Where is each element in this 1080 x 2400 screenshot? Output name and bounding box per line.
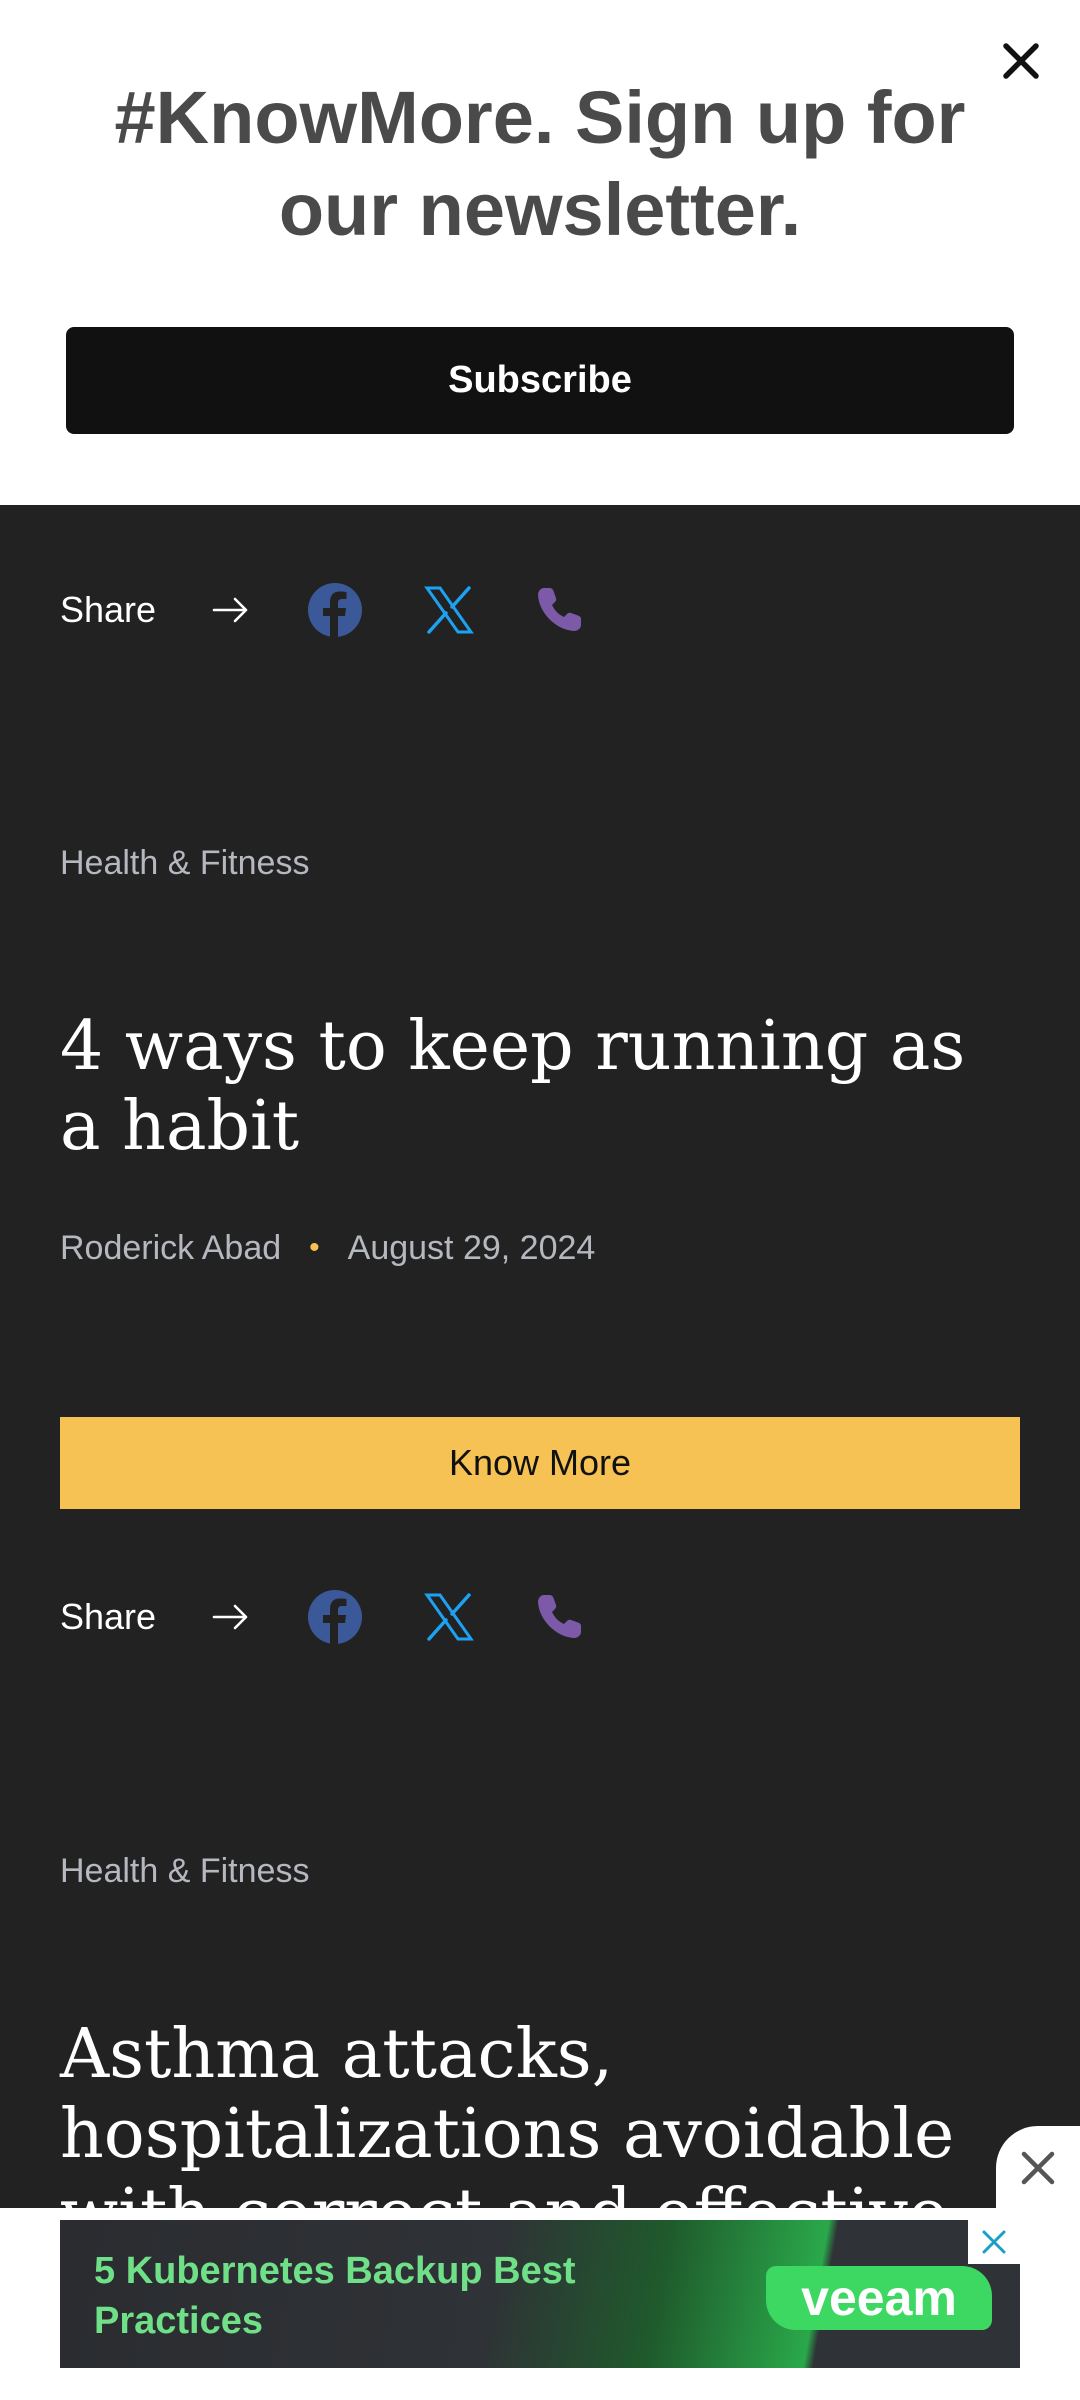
article-meta: Roderick Abad • August 29, 2024 [60,1224,595,1272]
meta-separator: • [309,1231,320,1264]
share-row: Share [60,575,660,645]
facebook-icon[interactable] [308,583,362,637]
close-icon [1021,2151,1055,2185]
x-icon[interactable] [424,1592,474,1642]
facebook-icon[interactable] [308,1590,362,1644]
close-icon [982,2230,1006,2254]
ad-brand-logo: veeam [766,2266,992,2330]
share-label: Share [60,1596,157,1637]
newsletter-title: #KnowMore. Sign up for our newsletter. [114,76,966,251]
arrow-right-icon [212,597,248,623]
phone-icon[interactable] [534,1592,584,1642]
article-title[interactable]: 4 ways to keep running as a habit [60,1007,1020,1167]
ad-banner[interactable]: 5 Kubernetes Backup Best Practices veeam [60,2220,1020,2368]
article-author[interactable]: Roderick Abad [60,1229,281,1268]
ad-dismiss-button[interactable] [968,2220,1020,2264]
ad-headline: 5 Kubernetes Backup Best Practices [94,2250,576,2342]
ad-close-button[interactable] [996,2126,1080,2210]
article-category[interactable]: Health & Fitness [60,844,309,883]
x-icon[interactable] [424,585,474,635]
article-date: August 29, 2024 [347,1228,596,1267]
share-row: Share [60,1582,660,1652]
article-category[interactable]: Health & Fitness [60,1852,309,1891]
share-label: Share [60,589,157,630]
know-more-button[interactable]: Know More [60,1417,1020,1509]
phone-icon[interactable] [534,585,584,635]
ad-container: 5 Kubernetes Backup Best Practices veeam [0,2208,1080,2400]
subscribe-button[interactable]: Subscribe [66,327,1014,434]
arrow-right-icon [212,1604,248,1630]
newsletter-banner: #KnowMore. Sign up for our newsletter. S… [0,0,1080,505]
